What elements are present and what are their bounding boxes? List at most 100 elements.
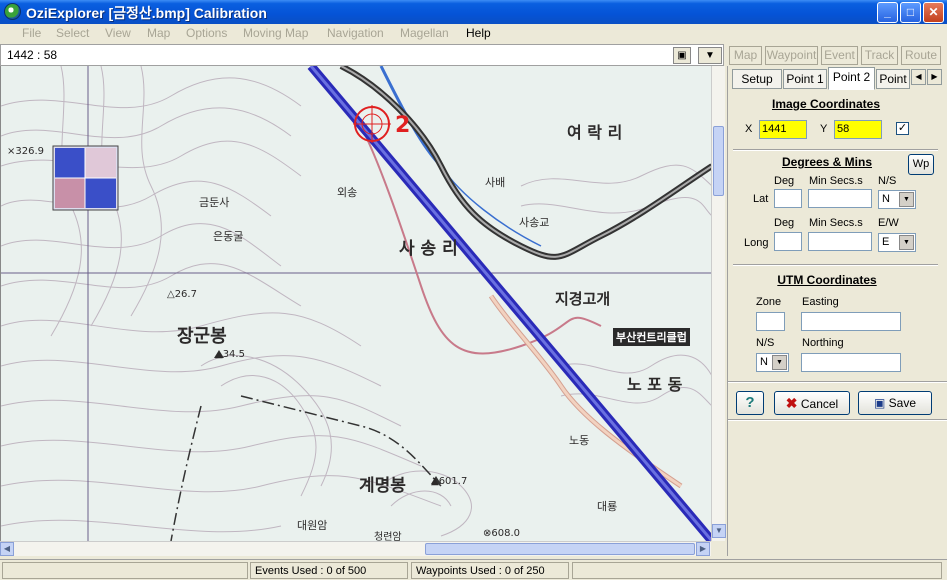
minimize-icon: _	[884, 5, 891, 19]
menu-moving-map[interactable]: Moving Map	[243, 26, 308, 40]
long-ew-value: E	[882, 236, 890, 248]
tab-track[interactable]: Track	[861, 46, 898, 65]
lat-min-field[interactable]	[808, 189, 872, 208]
menu-bar: File Select View Map Options Moving Map …	[0, 24, 947, 43]
chevron-left-icon: ◀	[3, 544, 11, 553]
image-icon[interactable]: ▣	[673, 47, 691, 64]
menu-options[interactable]: Options	[186, 26, 227, 40]
map-label-sabyeon: 사배	[485, 176, 506, 189]
waypoint-button[interactable]: Wp	[908, 154, 934, 175]
use-point-checkbox[interactable]: ✓	[896, 122, 909, 135]
y-label: Y	[820, 123, 828, 135]
status-panel-empty	[572, 562, 942, 579]
window-title: OziExplorer [금정산.bmp] Calibration	[26, 5, 267, 21]
degrees-mins-title: Degrees & Mins	[781, 155, 873, 169]
chevron-left-icon: ◀	[915, 72, 922, 81]
elevation-label: ▲601.7	[431, 476, 468, 487]
zone-label: Zone	[756, 296, 782, 308]
menu-magellan[interactable]: Magellan	[400, 26, 449, 40]
tab-setup[interactable]: Setup	[732, 69, 782, 89]
lat-deg-field[interactable]	[774, 189, 802, 208]
zone-field[interactable]	[756, 312, 785, 331]
image-coordinates-title: Image Coordinates	[771, 97, 881, 111]
lat-ns-value: N	[882, 193, 890, 205]
maximize-button[interactable]: □	[900, 2, 921, 23]
y-coordinate-field[interactable]: 58	[834, 120, 882, 139]
divider	[728, 381, 947, 383]
menu-help[interactable]: Help	[466, 26, 491, 40]
tab-scroll-left[interactable]: ◀	[911, 69, 926, 85]
chevron-down-icon: ▼	[899, 235, 914, 250]
minimize-button[interactable]: _	[877, 2, 898, 23]
title-bar: OziExplorer [금정산.bmp] Calibration _ □ ✕	[0, 0, 947, 24]
save-disk-icon[interactable]: ▼	[698, 47, 722, 64]
utm-coordinates-title: UTM Coordinates	[777, 273, 877, 287]
long-min-field[interactable]	[808, 232, 872, 251]
maximize-icon: □	[906, 5, 915, 19]
coordinate-bar: 1442 : 58 ▣ ▼	[0, 44, 724, 66]
northing-label: Northing	[802, 337, 844, 349]
tab-point-3[interactable]: Point 3	[876, 69, 910, 89]
long-deg-field[interactable]	[774, 232, 802, 251]
x-coordinate-field[interactable]: 1441	[759, 120, 807, 139]
divider	[728, 419, 947, 421]
cancel-label: Cancel	[800, 397, 839, 411]
northing-field[interactable]	[801, 353, 901, 372]
tab-waypoint[interactable]: Waypoint	[765, 46, 818, 65]
save-button[interactable]: ▣ Save	[858, 391, 932, 415]
scroll-left-button[interactable]: ◀	[0, 542, 14, 556]
menu-file[interactable]: File	[22, 26, 41, 40]
tab-route[interactable]: Route	[901, 46, 941, 65]
elevation-label: ▲34.5	[215, 349, 245, 360]
vertical-scroll-thumb[interactable]	[713, 126, 724, 196]
long-ew-select[interactable]: E ▼	[878, 233, 916, 252]
waypoints-used-status: Waypoints Used : 0 of 250	[411, 562, 569, 579]
chevron-down-icon: ▼	[772, 355, 787, 370]
tab-map[interactable]: Map	[729, 46, 762, 65]
long-min-label: Min Secs.s	[809, 217, 863, 229]
vertical-scrollbar[interactable]: ▼	[711, 66, 726, 541]
close-button[interactable]: ✕	[923, 2, 944, 23]
chevron-down-icon: ▼	[715, 526, 723, 535]
lat-deg-label: Deg	[774, 175, 795, 187]
scroll-right-button[interactable]: ▶	[696, 542, 710, 556]
scroll-down-button[interactable]: ▼	[712, 524, 726, 538]
horizontal-scroll-thumb[interactable]	[425, 543, 695, 555]
map-label-sasonggyo: 사송교	[519, 216, 550, 229]
map-label-jigyeonggogae: 지경고개	[555, 290, 611, 308]
utm-ns-select[interactable]: N ▼	[756, 353, 789, 372]
menu-navigation[interactable]: Navigation	[327, 26, 384, 40]
chevron-right-icon: ▶	[931, 72, 938, 81]
calibration-panel: Setup Point 1 Point 2 Point 3 ◀ ▶ Image …	[727, 66, 947, 556]
map-label-daewonam: 대원암	[297, 519, 328, 532]
menu-select[interactable]: Select	[56, 26, 89, 40]
cancel-x-icon: ✖	[785, 395, 798, 411]
long-ew-label: E/W	[878, 217, 899, 229]
menu-view[interactable]: View	[105, 26, 131, 40]
cancel-button[interactable]: ✖ Cancel	[774, 391, 850, 415]
tab-scroll-right[interactable]: ▶	[927, 69, 942, 85]
lat-ns-select[interactable]: N ▼	[878, 190, 916, 209]
lat-ns-label: N/S	[878, 175, 897, 187]
x-label: X	[745, 123, 753, 135]
help-button[interactable]: ?	[736, 391, 764, 415]
map-canvas[interactable]: 2 여 락 리 사 송 리 지경고개 장군봉 계명봉 노 포 동 부산컨트리클럽…	[0, 66, 711, 541]
menu-map[interactable]: Map	[147, 26, 170, 40]
long-label: Long	[744, 237, 769, 249]
tab-event[interactable]: Event	[821, 46, 858, 65]
events-used-status: Events Used : 0 of 500	[250, 562, 408, 579]
map-label-cheongryeonam: 청련암	[374, 532, 402, 541]
close-icon: ✕	[928, 5, 939, 19]
map-label-hwasong: 외송	[337, 186, 358, 199]
chevron-down-icon: ▼	[899, 192, 914, 207]
easting-field[interactable]	[801, 312, 901, 331]
tab-point-1[interactable]: Point 1	[783, 69, 827, 89]
map-label-sasongri: 사 송 리	[399, 239, 458, 259]
divider	[733, 149, 938, 151]
utm-ns-label: N/S	[756, 337, 775, 349]
status-panel-empty	[2, 562, 248, 579]
utm-ns-value: N	[760, 356, 768, 368]
long-deg-label: Deg	[774, 217, 795, 229]
tab-point-2[interactable]: Point 2	[828, 67, 875, 90]
horizontal-scrollbar[interactable]: ◀ ▶	[0, 541, 711, 556]
